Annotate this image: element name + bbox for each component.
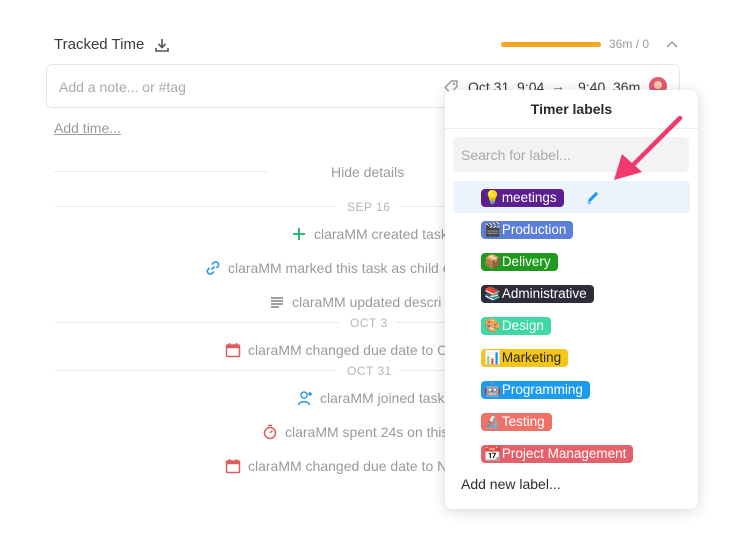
- add-time-link[interactable]: Add time...: [54, 120, 121, 136]
- divider: [445, 128, 698, 129]
- label-item-project-management[interactable]: 📆Project Management: [453, 437, 690, 469]
- label-item-testing[interactable]: 🔬Testing: [453, 405, 690, 437]
- label-item-production[interactable]: 🎬Production: [453, 213, 690, 245]
- activity-text: claraMM changed due date to O: [248, 342, 449, 358]
- time-progress-bar: [501, 42, 601, 47]
- label-name: Testing: [501, 414, 545, 429]
- palette-icon: 🎨: [484, 318, 501, 333]
- label-item-meetings[interactable]: 💡meetings: [453, 181, 690, 213]
- activity-item: claraMM created task: [290, 225, 448, 243]
- activity-text: claraMM created task: [314, 226, 448, 242]
- date-separator: SEP 16: [347, 200, 391, 214]
- plus-icon: [290, 225, 308, 243]
- label-item-programming[interactable]: 🤖Programming: [453, 373, 690, 405]
- lightbulb-icon: 💡: [484, 190, 501, 205]
- timer-icon: [261, 423, 279, 441]
- label-chip: 📊Marketing: [481, 349, 569, 367]
- chevron-up-icon[interactable]: [665, 38, 679, 50]
- link-icon: [204, 259, 222, 277]
- hide-details-button[interactable]: Hide details: [331, 164, 404, 180]
- label-chip: 🎬Production: [481, 221, 574, 239]
- label-chip: 🤖Programming: [481, 381, 590, 399]
- label-chip: 📦Delivery: [481, 253, 558, 271]
- label-name: Production: [501, 222, 567, 237]
- label-name: Administrative: [501, 286, 587, 301]
- add-new-label-button[interactable]: Add new label...: [461, 476, 561, 492]
- activity-text: claraMM updated descri: [292, 294, 442, 310]
- label-item-design[interactable]: 🎨Design: [453, 309, 690, 341]
- popover-title: Timer labels: [530, 101, 613, 117]
- divider: [54, 370, 336, 371]
- divider: [395, 322, 445, 323]
- pencil-icon[interactable]: [585, 189, 601, 205]
- activity-text: claraMM marked this task as child o: [228, 260, 451, 276]
- robot-icon: 🤖: [484, 382, 501, 397]
- microscope-icon: 🔬: [484, 414, 501, 429]
- activity-item: claraMM changed due date to O: [224, 341, 448, 359]
- divider: [398, 370, 445, 371]
- divider: [54, 206, 336, 207]
- label-name: Marketing: [501, 350, 562, 365]
- calendar-icon: [224, 341, 242, 359]
- activity-item: claraMM joined task: [296, 389, 445, 407]
- label-search-input[interactable]: [453, 137, 689, 172]
- tracked-time-title: Tracked Time: [54, 36, 145, 53]
- calendar-icon: [224, 457, 242, 475]
- activity-item: claraMM changed due date to N: [224, 457, 447, 475]
- activity-item: claraMM spent 24s on this: [261, 423, 448, 441]
- download-icon[interactable]: [153, 36, 171, 54]
- label-name: meetings: [501, 190, 557, 205]
- lines-icon: [268, 293, 286, 311]
- calendar-spiral-icon: 📆: [484, 446, 501, 461]
- divider: [54, 322, 339, 323]
- activity-text: claraMM spent 24s on this: [285, 424, 449, 440]
- label-item-delivery[interactable]: 📦Delivery: [453, 245, 690, 277]
- bar-chart-icon: 📊: [484, 350, 501, 365]
- label-chip: 🎨Design: [481, 317, 551, 335]
- label-name: Delivery: [501, 254, 551, 269]
- package-icon: 📦: [484, 254, 501, 269]
- label-name: Design: [501, 318, 544, 333]
- date-separator: OCT 31: [347, 364, 392, 378]
- date-separator: OCT 3: [350, 316, 388, 330]
- clapperboard-icon: 🎬: [484, 222, 501, 237]
- time-summary: 36m / 0: [609, 37, 650, 51]
- label-item-administrative[interactable]: 📚Administrative: [453, 277, 690, 309]
- label-name: Project Management: [501, 446, 627, 461]
- timer-labels-popover: Timer labels 💡meetings 🎬Production 📦Deli…: [445, 90, 698, 509]
- label-item-marketing[interactable]: 📊Marketing: [453, 341, 690, 373]
- divider: [398, 206, 445, 207]
- activity-text: claraMM joined task: [320, 390, 445, 406]
- activity-item: claraMM marked this task as child o: [204, 259, 451, 277]
- user-add-icon: [296, 389, 314, 407]
- label-name: Programming: [501, 382, 583, 397]
- note-input[interactable]: [59, 77, 419, 97]
- divider: [54, 171, 267, 172]
- label-chip: 🔬Testing: [481, 413, 552, 431]
- books-icon: 📚: [484, 286, 501, 301]
- activity-text: claraMM changed due date to N: [248, 458, 448, 474]
- activity-item: claraMM updated descri: [268, 293, 441, 311]
- time-progress-fill: [501, 42, 601, 47]
- label-chip: 📆Project Management: [481, 445, 634, 463]
- label-chip: 📚Administrative: [481, 285, 594, 303]
- label-chip: 💡meetings: [481, 189, 564, 207]
